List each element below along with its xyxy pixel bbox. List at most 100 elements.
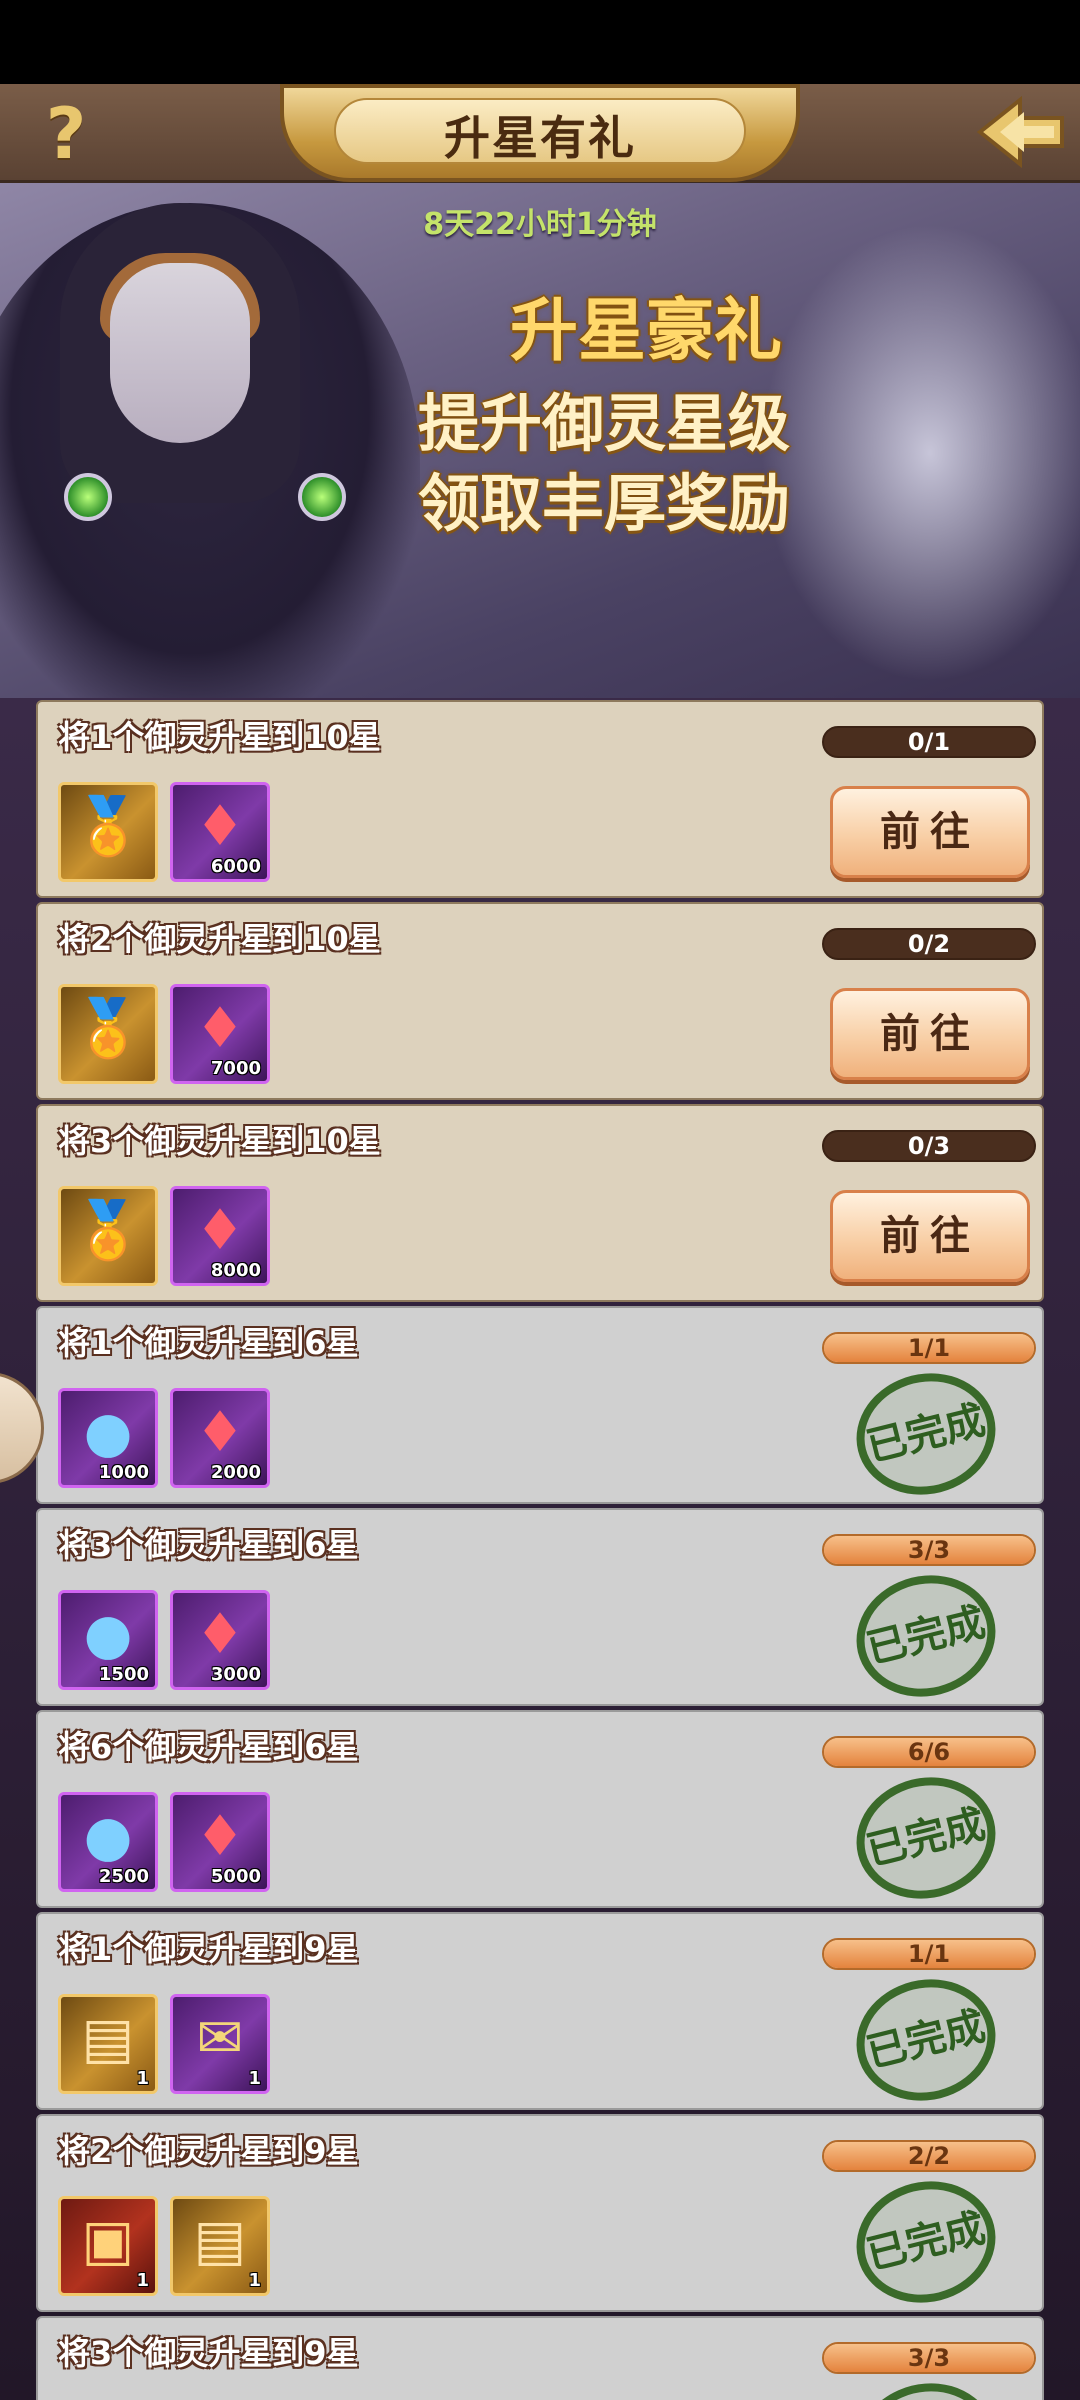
promo-line-2: 领取丰厚奖励 [418,467,791,540]
ticket-icon: ▤ [193,2208,247,2273]
ticket-icon: ▤ [81,2006,135,2071]
progress-text: 2/2 [907,2142,951,2170]
reward-quantity: 1000 [98,1462,149,1483]
red-gem-icon: ♦ [194,1804,246,1869]
red-gem-icon: ♦ [194,1400,246,1465]
task-card: 将2个御灵升星到9星 2/2 ▣ 1 ▤ 1 已完成 [36,2114,1044,2318]
red-gem-icon: ♦ [194,1602,246,1667]
blue-orb-icon: ● [83,1400,133,1465]
progress-bar: 3/3 [822,2342,1036,2374]
task-title: 将3个御灵升星到10星 [58,1122,381,1160]
progress-text: 3/3 [907,2344,951,2372]
red-gem-icon: ♦ [194,1198,246,1263]
reward-quantity: 2500 [98,1866,149,1887]
reward-quantity: 1 [248,2068,261,2089]
task-title: 将3个御灵升星到6星 [58,1526,359,1564]
task-title: 将1个御灵升星到6星 [58,1324,359,1362]
reward-item[interactable]: ● 1000 [58,1388,158,1488]
reward-item[interactable]: 🏅 [58,984,158,1084]
task-card: 将1个御灵升星到6星 1/1 ● 1000 ♦ 2000 已完成 [36,1306,1044,1510]
red-gem-icon: ♦ [194,996,246,1061]
help-button[interactable]: ? [34,98,98,170]
progress-bar: 6/6 [822,1736,1036,1768]
banner-glow [760,223,1080,683]
green-gem-icon [298,473,346,521]
progress-text: 1/1 [907,1334,951,1362]
reward-item[interactable]: ▤ 1 [58,1994,158,2094]
title-plaque: 升星有礼 [280,84,800,182]
reward-item[interactable]: ● 2500 [58,1792,158,1892]
progress-text: 6/6 [907,1738,951,1766]
task-title: 将2个御灵升星到10星 [58,920,381,958]
reward-item[interactable]: ♦ 2000 [170,1388,270,1488]
blue-orb-icon: ● [83,1804,133,1869]
reward-item[interactable]: ♦ 6000 [170,782,270,882]
completed-stamp: 已完成 [843,1358,1009,1510]
blue-orb-icon: ● [83,1602,133,1667]
completed-stamp: 已完成 [843,2166,1009,2318]
reward-quantity: 5000 [210,1866,261,1887]
completed-stamp: 已完成 [843,1964,1009,2116]
progress-bar: 3/3 [822,1534,1036,1566]
character-masked-face [110,263,250,443]
task-card: 将2个御灵升星到10星 0/2 🏅 ♦ 7000 前往 [36,902,1044,1100]
reward-item[interactable]: ● 1500 [58,1590,158,1690]
reward-item[interactable]: ♦ 7000 [170,984,270,1084]
reward-item[interactable]: 🏅 [58,782,158,882]
task-card: 将6个御灵升星到6星 6/6 ● 2500 ♦ 5000 已完成 [36,1710,1044,1914]
reward-quantity: 3000 [210,1664,261,1685]
red-gem-icon: ♦ [194,794,246,859]
reward-item[interactable]: ♦ 3000 [170,1590,270,1690]
gold-medal-icon: 🏅 [73,1198,143,1263]
reward-item[interactable]: ♦ 5000 [170,1792,270,1892]
treasure-chest-icon: ▣ [81,2208,135,2273]
reward-quantity: 2000 [210,1462,261,1483]
reward-quantity: 7000 [210,1058,261,1079]
progress-bar: 0/2 [822,928,1036,960]
reward-item[interactable]: 🏅 [58,1186,158,1286]
task-card: 将1个御灵升星到10星 0/1 🏅 ♦ 6000 前往 [36,700,1044,898]
task-title: 将2个御灵升星到9星 [58,2132,359,2170]
reward-quantity: 1500 [98,1664,149,1685]
task-title: 将1个御灵升星到10星 [58,718,381,756]
task-title: 将6个御灵升星到6星 [58,1728,359,1766]
promo-title: 升星豪礼 [510,292,783,371]
go-button[interactable]: 前往 [830,786,1030,878]
completed-stamp: 已完成 [843,1560,1009,1712]
task-card: 将3个御灵升星到10星 0/3 🏅 ♦ 8000 前往 [36,1104,1044,1302]
task-title: 将1个御灵升星到9星 [58,1930,359,1968]
back-arrow-icon[interactable] [970,92,1070,172]
reward-item[interactable]: ♦ 8000 [170,1186,270,1286]
progress-bar: 1/1 [822,1332,1036,1364]
event-timer: 8天22小时1分钟 [423,207,657,242]
task-card: 将3个御灵升星到9星3/3已完成 [36,2316,1044,2400]
reward-quantity: 6000 [210,856,261,877]
reward-item[interactable]: ▤ 1 [170,2196,270,2296]
gold-medal-icon: 🏅 [73,794,143,859]
gold-medal-icon: 🏅 [73,996,143,1061]
reward-quantity: 1 [136,2068,149,2089]
progress-text: 0/1 [907,728,951,756]
page-title: 升星有礼 [444,111,636,165]
progress-bar: 2/2 [822,2140,1036,2172]
progress-text: 1/1 [907,1940,951,1968]
progress-text: 0/3 [907,1132,951,1160]
reward-quantity: 8000 [210,1260,261,1281]
progress-bar: 1/1 [822,1938,1036,1970]
progress-text: 0/2 [907,930,951,958]
status-bar [0,0,1080,84]
task-card: 将3个御灵升星到6星 3/3 ● 1500 ♦ 3000 已完成 [36,1508,1044,1712]
task-list[interactable]: 将1个御灵升星到10星 0/1 🏅 ♦ 6000 前往 将2个御灵升星到10星 0/2 🏅 ♦ 70… [0,698,1080,2400]
progress-bar: 0/3 [822,1130,1036,1162]
reward-quantity: 1 [136,2270,149,2291]
green-gem-icon [64,473,112,521]
go-button[interactable]: 前往 [830,988,1030,1080]
reward-quantity: 1 [248,2270,261,2291]
progress-bar: 0/1 [822,726,1036,758]
task-title: 将3个御灵升星到9星 [58,2334,359,2372]
event-banner: 8天22小时1分钟 升星豪礼 提升御灵星级 领取丰厚奖励 [0,183,1080,698]
completed-stamp: 已完成 [843,1762,1009,1914]
go-button[interactable]: 前往 [830,1190,1030,1282]
reward-item[interactable]: ▣ 1 [58,2196,158,2296]
reward-item[interactable]: ✉ 1 [170,1994,270,2094]
